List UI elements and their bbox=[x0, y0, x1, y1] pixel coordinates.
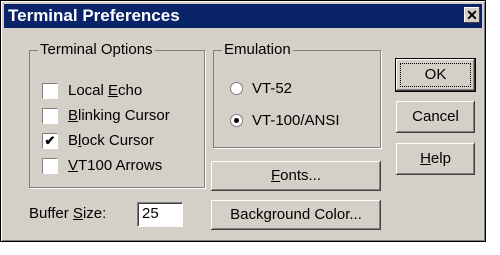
vt52-radio-dot[interactable] bbox=[230, 82, 243, 95]
block-cursor-box[interactable]: ✔ bbox=[42, 133, 58, 149]
emulation-legend: Emulation bbox=[222, 41, 293, 59]
buffer-size-input[interactable]: 25 bbox=[137, 202, 183, 227]
buffer-size-label: Buffer Size: bbox=[29, 205, 107, 222]
fonts-button[interactable]: Fonts... bbox=[211, 161, 381, 191]
close-icon[interactable]: ✕ bbox=[464, 7, 480, 23]
vt100-arrows-box[interactable] bbox=[42, 158, 58, 174]
blinking-cursor-box[interactable] bbox=[42, 108, 58, 124]
terminal-options-legend: Terminal Options bbox=[38, 41, 155, 59]
vt100-ansi-label: VT-100/ANSI bbox=[252, 112, 340, 129]
vt100-ansi-radio-dot[interactable] bbox=[230, 114, 243, 127]
ok-button[interactable]: OK bbox=[395, 58, 476, 92]
blinking-cursor-label: Blinking Cursor bbox=[68, 107, 170, 124]
local-echo-box[interactable] bbox=[42, 83, 58, 99]
checkmark-icon: ✔ bbox=[44, 133, 56, 148]
window-title: Terminal Preferences bbox=[8, 6, 180, 25]
help-button[interactable]: Help bbox=[396, 143, 475, 175]
terminal-preferences-dialog: Terminal Preferences ✕ Terminal Options … bbox=[0, 0, 486, 242]
block-cursor-label: Block Cursor bbox=[68, 132, 154, 149]
cancel-button[interactable]: Cancel bbox=[396, 101, 475, 133]
vt100-arrows-label: VT100 Arrows bbox=[68, 157, 163, 174]
local-echo-label: Local Echo bbox=[68, 82, 143, 99]
vt52-label: VT-52 bbox=[252, 80, 293, 97]
emulation-group: Emulation VT-52 VT-100/ANSI bbox=[213, 41, 381, 148]
background-color-button[interactable]: Background Color... bbox=[211, 200, 381, 230]
terminal-options-group: Terminal Options Local Echo Blinking Cur… bbox=[29, 41, 205, 188]
title-bar[interactable]: Terminal Preferences ✕ bbox=[4, 4, 482, 28]
focus-rect bbox=[400, 63, 471, 87]
